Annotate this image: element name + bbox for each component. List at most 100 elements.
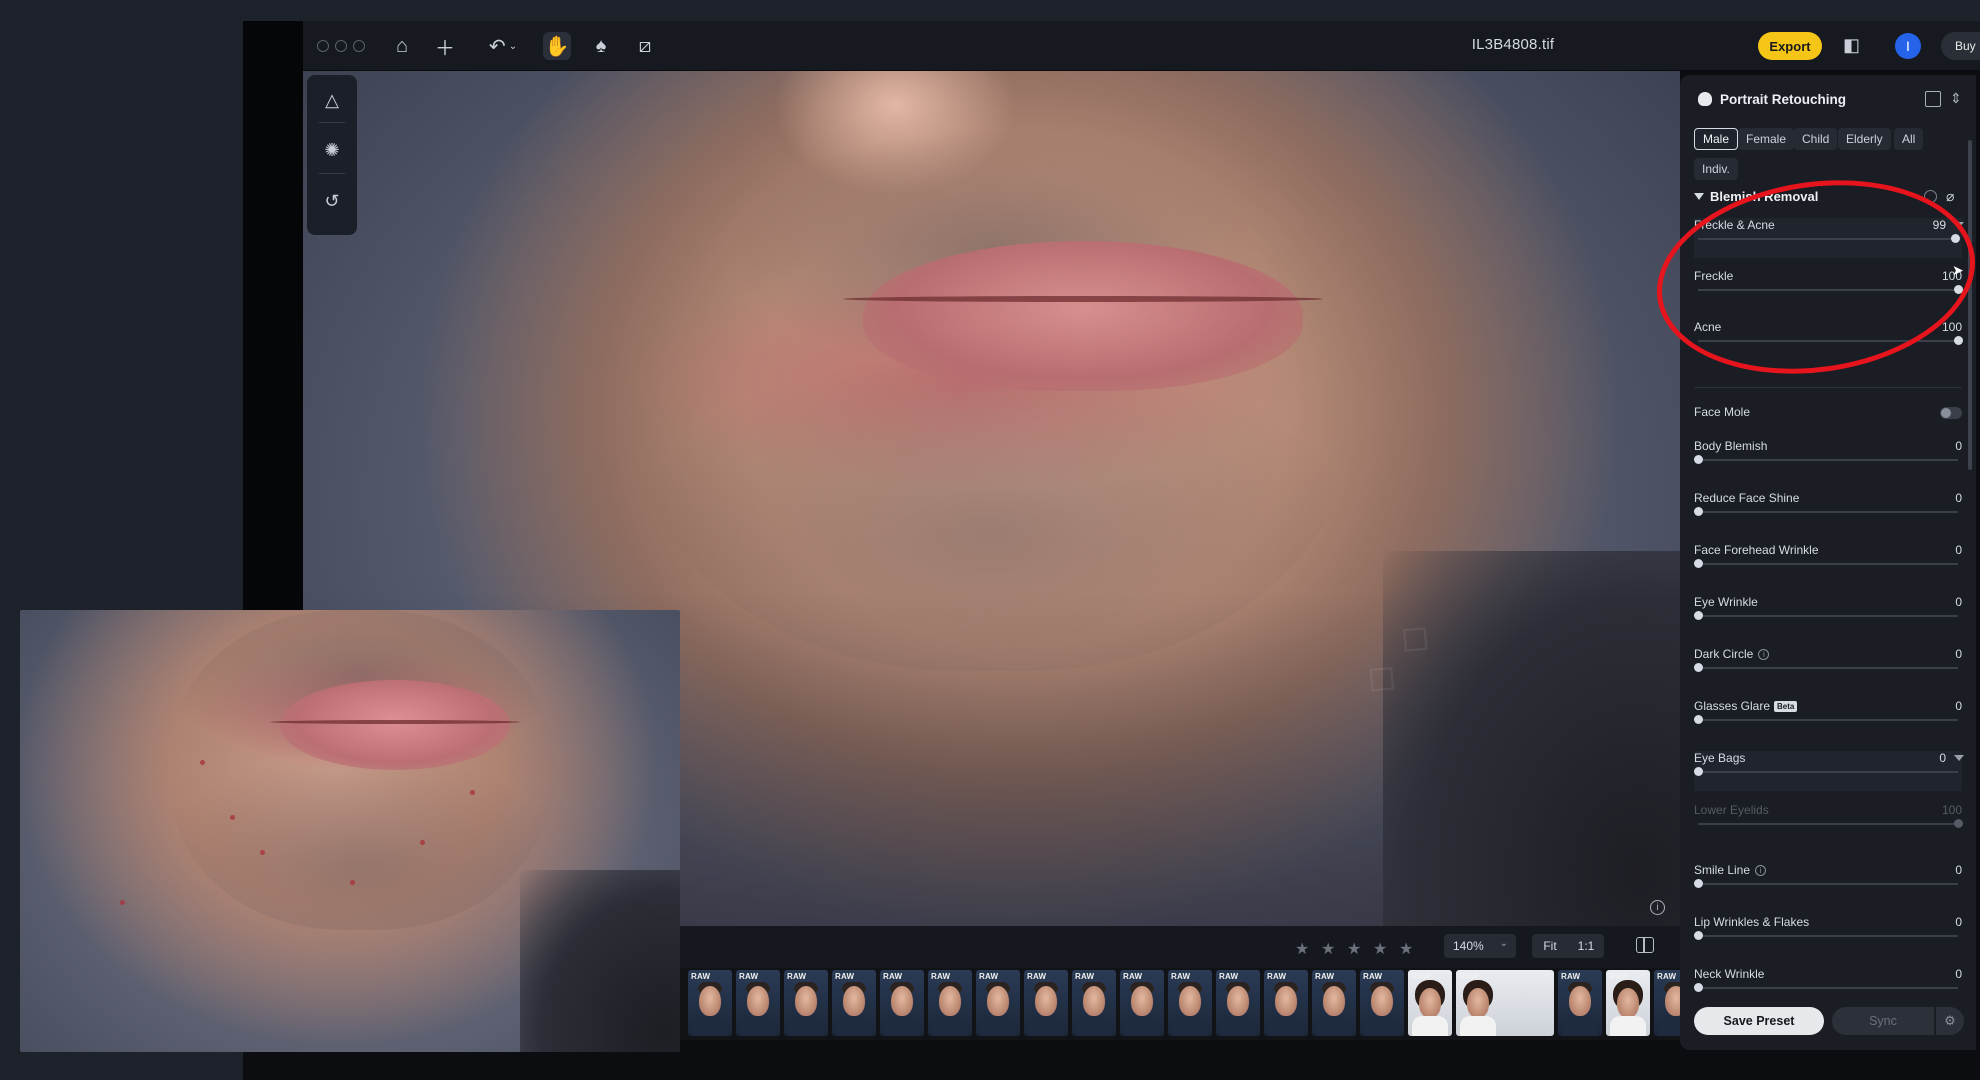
- avatar[interactable]: I: [1895, 33, 1921, 59]
- slider-handle[interactable]: [1694, 767, 1703, 776]
- chip-female[interactable]: Female: [1738, 128, 1795, 150]
- slider-neck-wrinkle[interactable]: Neck Wrinkle 0: [1694, 967, 1962, 1003]
- slider-handle[interactable]: [1694, 611, 1703, 620]
- slider-eye-bags[interactable]: Eye Bags 0: [1694, 751, 1964, 791]
- filmstrip-thumbnail[interactable]: RAW: [1408, 970, 1452, 1036]
- slider-handle[interactable]: [1694, 559, 1703, 568]
- slider-body-blemish[interactable]: Body Blemish 0: [1694, 439, 1962, 475]
- adjust-icon[interactable]: △: [319, 87, 345, 113]
- slider-track[interactable]: [1698, 883, 1958, 885]
- filmstrip-thumbnail[interactable]: RAW: [1654, 970, 1680, 1036]
- filmstrip-thumbnail[interactable]: RAW: [928, 970, 972, 1036]
- filmstrip-thumbnail[interactable]: RAW: [976, 970, 1020, 1036]
- sliders-icon[interactable]: ⇕: [1950, 90, 1962, 107]
- slider-handle[interactable]: [1694, 663, 1703, 672]
- chip-male[interactable]: Male: [1694, 128, 1739, 150]
- hand-icon[interactable]: ✋: [543, 32, 571, 60]
- filmstrip-thumbnail[interactable]: RAW: [1606, 970, 1650, 1036]
- chip-individual[interactable]: Indiv.: [1694, 158, 1738, 180]
- slider-track[interactable]: [1698, 563, 1958, 565]
- chip-elderly[interactable]: Elderly: [1838, 128, 1891, 150]
- home-icon[interactable]: ⌂: [388, 32, 416, 60]
- save-preset-button[interactable]: Save Preset: [1694, 1007, 1824, 1035]
- filmstrip-thumbnail[interactable]: RAW: [1120, 970, 1164, 1036]
- undo-icon[interactable]: ↶ ⌄: [483, 32, 523, 60]
- zoom-select[interactable]: 140% ⌄: [1444, 934, 1516, 958]
- slider-glasses-glare[interactable]: Glasses Glare Beta 0: [1694, 699, 1962, 735]
- filmstrip-thumbnail[interactable]: RAW: [1312, 970, 1356, 1036]
- filmstrip-thumbnail[interactable]: RAW: [736, 970, 780, 1036]
- slider-track[interactable]: [1698, 511, 1958, 513]
- buy-button[interactable]: Buy N: [1941, 32, 1980, 60]
- filmstrip-thumbnail[interactable]: RAW: [1360, 970, 1404, 1036]
- smile-line-label: Smile Line: [1694, 863, 1751, 877]
- texture-icon[interactable]: ✺: [319, 137, 345, 163]
- thumbnail-face: [1035, 986, 1057, 1016]
- slider-handle[interactable]: [1694, 879, 1703, 888]
- slider-eye-wrinkle[interactable]: Eye Wrinkle 0: [1694, 595, 1962, 631]
- slider-track[interactable]: [1698, 459, 1958, 461]
- brush-icon[interactable]: ♠: [587, 32, 615, 60]
- sync-button[interactable]: Sync: [1832, 1007, 1934, 1035]
- info-icon[interactable]: i: [1650, 900, 1665, 915]
- raw-badge: RAW: [739, 972, 759, 981]
- slider-smile-line[interactable]: Smile Line i 0: [1694, 863, 1962, 899]
- slider-track[interactable]: [1698, 615, 1958, 617]
- fit-button[interactable]: Fit: [1532, 934, 1568, 958]
- slider-dark-circle[interactable]: Dark Circle i 0: [1694, 647, 1962, 683]
- window-zoom-button[interactable]: [353, 40, 365, 52]
- eraser-icon[interactable]: ⌀: [1946, 188, 1954, 205]
- slider-face-forehead-wrinkle[interactable]: Face Forehead Wrinkle 0: [1694, 543, 1962, 579]
- bandage-icon[interactable]: ⧄: [631, 32, 659, 60]
- filmstrip-thumbnail[interactable]: RAW: [1456, 970, 1554, 1036]
- info-icon[interactable]: i: [1755, 865, 1767, 877]
- gear-icon[interactable]: ⚙: [1936, 1007, 1964, 1035]
- one-to-one-button[interactable]: 1:1: [1568, 934, 1604, 958]
- filmstrip-thumbnail[interactable]: RAW: [1072, 970, 1116, 1036]
- window-close-button[interactable]: [317, 40, 329, 52]
- tool-palette: △ ✺ ↺: [307, 75, 357, 235]
- slider-track[interactable]: [1698, 719, 1958, 721]
- panel-scrollbar[interactable]: [1968, 140, 1972, 470]
- info-icon[interactable]: i: [1758, 649, 1770, 661]
- filmstrip-thumbnail[interactable]: RAW: [1558, 970, 1602, 1036]
- filmstrip-thumbnail[interactable]: RAW: [1264, 970, 1308, 1036]
- expand-triangle-icon[interactable]: [1954, 755, 1964, 761]
- slider-handle[interactable]: [1694, 455, 1703, 464]
- window-minimize-button[interactable]: [335, 40, 347, 52]
- slider-track[interactable]: [1698, 667, 1958, 669]
- slider-reduce-face-shine[interactable]: Reduce Face Shine 0: [1694, 491, 1962, 527]
- filmstrip-thumbnail[interactable]: RAW: [1216, 970, 1260, 1036]
- filmstrip-thumbnail[interactable]: RAW: [1024, 970, 1068, 1036]
- filmstrip-thumbnail[interactable]: RAW: [1168, 970, 1212, 1036]
- star-icon[interactable]: ★: [1399, 939, 1413, 959]
- filmstrip-thumbnail[interactable]: RAW: [784, 970, 828, 1036]
- acne-spot: [120, 900, 125, 905]
- filmstrip-thumbnail[interactable]: RAW: [880, 970, 924, 1036]
- expand-icon[interactable]: [1925, 91, 1941, 107]
- slider-handle[interactable]: [1694, 715, 1703, 724]
- slider-track[interactable]: [1698, 771, 1958, 773]
- slider-handle[interactable]: [1694, 507, 1703, 516]
- slider-handle[interactable]: [1694, 931, 1703, 940]
- compare-icon[interactable]: [1636, 937, 1654, 953]
- filmstrip-thumbnail[interactable]: RAW: [688, 970, 732, 1036]
- export-button[interactable]: Export: [1758, 32, 1822, 60]
- slider-handle[interactable]: [1694, 983, 1703, 992]
- star-icon[interactable]: ★: [1295, 939, 1309, 959]
- side-by-side-icon[interactable]: ◧: [1843, 35, 1865, 57]
- toggle-face-mole[interactable]: Face Mole: [1694, 405, 1962, 425]
- star-icon[interactable]: ★: [1347, 939, 1361, 959]
- face-mole-toggle[interactable]: [1940, 407, 1962, 419]
- chip-child[interactable]: Child: [1794, 128, 1838, 150]
- slider-track[interactable]: [1698, 935, 1958, 937]
- slider-track[interactable]: [1698, 987, 1958, 989]
- plus-icon[interactable]: ＋: [431, 32, 459, 60]
- star-icon[interactable]: ★: [1373, 939, 1387, 959]
- slider-handle[interactable]: [1954, 336, 1963, 345]
- slider-lip-wrinkles[interactable]: Lip Wrinkles & Flakes 0: [1694, 915, 1962, 951]
- filmstrip-thumbnail[interactable]: RAW: [832, 970, 876, 1036]
- star-icon[interactable]: ★: [1321, 939, 1335, 959]
- history-icon[interactable]: ↺: [319, 188, 345, 214]
- chip-all[interactable]: All: [1894, 128, 1924, 150]
